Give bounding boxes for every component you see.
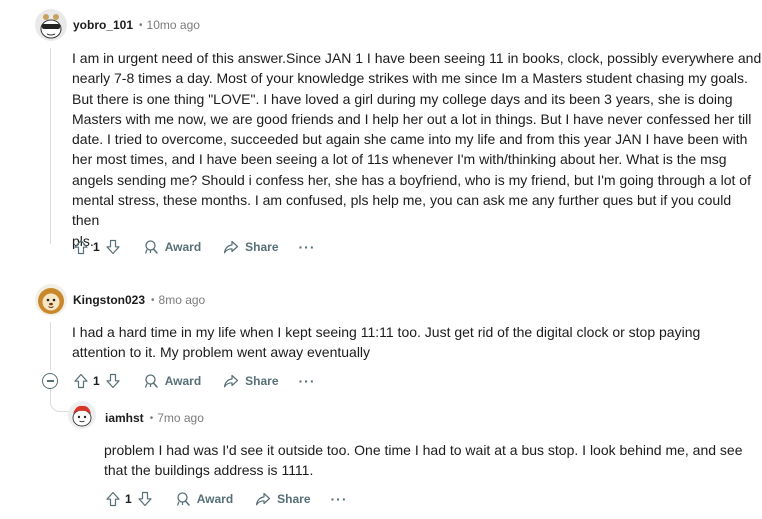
comment-actions: 1 Award Share ··· xyxy=(105,489,348,509)
comment-line: that the buildings address is 1111. xyxy=(104,462,314,479)
downvote-icon xyxy=(138,491,152,507)
comment-actions: 1 Award Share ··· xyxy=(73,371,316,391)
award-button[interactable]: Award xyxy=(143,239,201,255)
user-avatar-icon[interactable] xyxy=(35,284,67,316)
upvote-icon xyxy=(74,373,88,389)
comment-timestamp[interactable]: 8mo ago xyxy=(159,293,206,307)
comment-author[interactable]: yobro_101 xyxy=(73,18,133,32)
more-options-button[interactable]: ··· xyxy=(299,239,316,255)
meta-separator: • xyxy=(139,19,143,31)
share-icon xyxy=(256,492,271,506)
share-button[interactable]: Share xyxy=(223,239,279,255)
more-options-button[interactable]: ··· xyxy=(331,491,348,507)
comment-line: I had a hard time in my life when I kept… xyxy=(72,324,701,340)
upvote-icon xyxy=(74,239,88,255)
downvote-button[interactable] xyxy=(137,491,153,507)
comment-body: problem I had was I'd see it outside too… xyxy=(104,440,759,481)
award-label: Award xyxy=(196,492,234,506)
comment-line: But there is one thing "LOVE". I have lo… xyxy=(72,90,733,107)
reply-connector xyxy=(50,389,69,412)
award-icon xyxy=(176,492,190,506)
thread-line[interactable] xyxy=(50,48,51,244)
comment-line: problem I had was I'd see it outside too… xyxy=(104,442,743,458)
downvote-icon xyxy=(106,373,120,389)
meta-separator: • xyxy=(151,294,155,306)
award-button[interactable]: Award xyxy=(175,491,233,507)
share-button[interactable]: Share xyxy=(255,491,311,507)
comment-timestamp[interactable]: 10mo ago xyxy=(147,18,200,32)
award-label: Award xyxy=(164,374,202,388)
share-label: Share xyxy=(245,374,279,388)
comment-line: I am in urgent need of this answer.Since… xyxy=(72,50,762,66)
comment-line: attention to it. My problem went away ev… xyxy=(72,344,371,361)
minus-icon xyxy=(46,380,54,382)
upvote-icon xyxy=(106,491,120,507)
comment-author[interactable]: Kingston023 xyxy=(73,293,145,307)
comment-line: her most times, and I have been seeing a… xyxy=(72,151,727,168)
comment-line: nearly 7-8 times a day. Most of your kno… xyxy=(72,70,748,87)
share-button[interactable]: Share xyxy=(223,373,279,389)
user-avatar-icon[interactable] xyxy=(35,9,67,41)
comment-line: mental stress, these months. I am confus… xyxy=(72,192,732,229)
downvote-button[interactable] xyxy=(105,239,121,255)
thread-line[interactable] xyxy=(50,322,51,370)
vote-count: 1 xyxy=(125,492,132,506)
comment-body: I am in urgent need of this answer.Since… xyxy=(72,48,762,251)
award-label: Award xyxy=(164,240,202,254)
upvote-button[interactable] xyxy=(73,373,89,389)
comment-body: I had a hard time in my life when I kept… xyxy=(72,322,762,363)
award-icon xyxy=(144,240,158,254)
comment-line: Masters with me now, we are good friends… xyxy=(72,110,752,127)
comment-author[interactable]: iamhst xyxy=(105,411,144,425)
comment-line: angels sending me? Should i confess her,… xyxy=(72,171,751,188)
user-avatar-icon[interactable] xyxy=(68,401,96,429)
share-label: Share xyxy=(277,492,311,506)
vote-count: 1 xyxy=(93,374,100,388)
downvote-button[interactable] xyxy=(105,373,121,389)
more-options-button[interactable]: ··· xyxy=(299,373,316,389)
share-label: Share xyxy=(245,240,279,254)
share-icon xyxy=(224,374,239,388)
vote-count: 1 xyxy=(93,240,100,254)
award-icon xyxy=(144,374,158,388)
meta-separator: • xyxy=(149,412,154,424)
share-icon xyxy=(224,240,239,254)
collapse-thread-button[interactable] xyxy=(42,373,58,389)
award-button[interactable]: Award xyxy=(143,373,201,389)
comment-line: date. I tried to overcome, succeeded but… xyxy=(72,131,748,148)
comment-actions: 1 Award Share ··· xyxy=(73,237,316,257)
downvote-icon xyxy=(106,239,120,255)
comment-timestamp[interactable]: 7mo ago xyxy=(157,411,204,425)
upvote-button[interactable] xyxy=(73,239,89,255)
upvote-button[interactable] xyxy=(105,491,121,507)
